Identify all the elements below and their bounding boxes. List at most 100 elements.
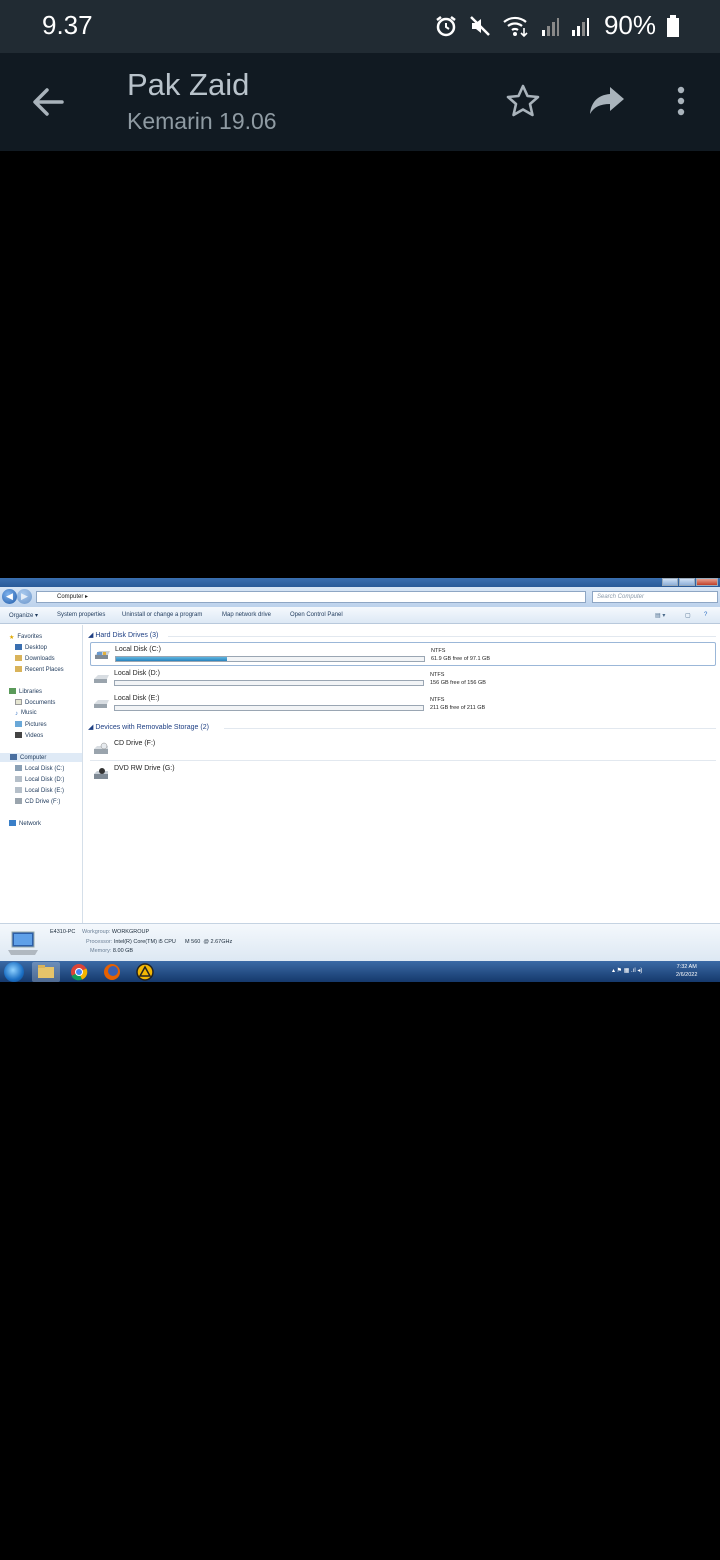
nav-downloads: Downloads (15, 655, 55, 662)
drive-local-disk-e: Local Disk (E:) NTFS 211 GB free of 211 … (90, 692, 716, 716)
group-divider (90, 760, 716, 761)
drive-filesystem: NTFS (431, 648, 446, 654)
battery-percent: 90% (603, 10, 656, 40)
desktop-icon (15, 644, 22, 650)
disk-icon (15, 776, 22, 782)
nav-recent-places: Recent Places (15, 666, 64, 673)
disk-icon (15, 787, 22, 793)
toolbar-control-panel: Open Control Panel (290, 612, 343, 618)
drive-free-space: 61.9 GB free of 97.1 GB (431, 656, 491, 662)
documents-icon (15, 699, 22, 705)
drive-name: Local Disk (E:) (114, 695, 160, 702)
cd-drive-icon (15, 798, 22, 804)
shared-screenshot-image[interactable]: ◀ ▶ Computer ▸ Search Computer Organize … (0, 578, 720, 982)
nav-libraries: Libraries (9, 688, 42, 695)
drive-free-space: 211 GB free of 211 GB (430, 705, 486, 711)
search-box: Search Computer (592, 591, 718, 603)
signal-icon-2 (571, 17, 589, 36)
computer-icon (8, 931, 38, 955)
forward-icon[interactable] (588, 83, 626, 119)
system-tray-icons: ▴ ⚑ ▦ .ıl ◂) (612, 968, 643, 974)
message-timestamp: Kemarin 19.06 (127, 108, 277, 134)
view-options-icon: ▤ ▾ (655, 613, 666, 619)
pictures-icon (15, 721, 22, 727)
details-workgroup: Workgroup: WORKGROUP (82, 929, 150, 935)
more-options-icon[interactable] (672, 83, 690, 119)
windows-start-icon (4, 962, 24, 982)
status-bar: 9.37 90% (0, 0, 720, 53)
toolbar-organize: Organize ▾ (9, 613, 39, 619)
nav-network: Network (9, 820, 41, 827)
nav-forward-icon: ▶ (17, 589, 32, 604)
drive-name: DVD RW Drive (G:) (114, 765, 175, 772)
status-time: 9.37 (42, 10, 93, 40)
downloads-icon (15, 655, 22, 661)
toolbar-uninstall: Uninstall or change a program (122, 612, 203, 618)
back-arrow-icon[interactable] (30, 85, 68, 119)
clock-time: 7:32 AM (676, 964, 697, 970)
computer-icon (10, 754, 17, 760)
group-removable-storage: ◢ Devices with Removable Storage (2) (88, 724, 209, 731)
app-bar: Pak Zaid Kemarin 19.06 (0, 53, 720, 151)
group-divider (168, 636, 716, 637)
app-taskbar-icon (131, 962, 159, 982)
videos-icon (15, 732, 22, 738)
nav-videos: Videos (15, 732, 43, 739)
drive-usage-bar (114, 680, 424, 686)
help-icon: ? (704, 612, 708, 618)
contact-name: Pak Zaid (127, 67, 250, 102)
group-divider (224, 728, 716, 729)
nav-documents: Documents (15, 699, 55, 706)
maximize-icon (679, 578, 695, 586)
window-buttons (661, 578, 718, 586)
hard-drive-icon (95, 651, 110, 659)
alarm-icon (436, 15, 456, 36)
drive-cd-f: CD Drive (F:) (90, 737, 716, 761)
nav-favorites: ★ Favorites (9, 634, 43, 641)
star-icon[interactable] (505, 83, 541, 119)
details-pc-name: E4310-PC (50, 929, 76, 935)
firefox-taskbar-icon (98, 962, 126, 982)
details-memory: Memory: 8.00 GB (90, 948, 134, 954)
nav-desktop: Desktop (15, 644, 47, 651)
wifi-icon (503, 16, 528, 37)
favorites-star-icon: ★ (9, 635, 15, 641)
libraries-icon (9, 688, 16, 694)
network-icon (9, 820, 16, 826)
nav-computer: Computer (0, 753, 82, 762)
window-titlebar (0, 578, 720, 587)
nav-back-icon: ◀ (2, 589, 17, 604)
minimize-icon (662, 578, 678, 586)
drive-name: Local Disk (C:) (115, 646, 161, 653)
details-pane: E4310-PC Workgroup: WORKGROUP Processor:… (0, 923, 720, 961)
drive-free-space: 156 GB free of 156 GB (430, 680, 486, 686)
nav-music: ♪ Music (15, 710, 37, 717)
music-icon: ♪ (15, 711, 18, 717)
drive-name: CD Drive (F:) (114, 740, 156, 747)
drive-local-disk-d: Local Disk (D:) NTFS 156 GB free of 156 … (90, 667, 716, 691)
battery-icon (667, 14, 679, 37)
address-box: Computer ▸ (36, 591, 586, 603)
nav-cd-drive-f: CD Drive (F:) (15, 798, 60, 805)
recent-places-icon (15, 666, 22, 672)
close-icon (696, 578, 718, 586)
cd-drive-icon (94, 742, 108, 754)
drive-usage-fill (116, 657, 227, 661)
mute-icon (470, 15, 490, 36)
toolbar-system-properties: System properties (57, 612, 106, 618)
nav-pictures: Pictures (15, 721, 47, 728)
navigation-pane: ★ Favorites Desktop Downloads Recent Plac… (0, 625, 83, 923)
nav-local-disk-d: Local Disk (D:) (15, 776, 64, 783)
content-pane: ◢ Hard Disk Drives (3) Local Disk (C:) N… (84, 625, 720, 923)
preview-pane-icon: ▢ (685, 613, 691, 619)
group-hard-disk-drives: ◢ Hard Disk Drives (3) (88, 632, 159, 639)
explorer-toolbar: Organize ▾ System properties Uninstall o… (0, 607, 720, 624)
windows-taskbar: ▴ ⚑ ▦ .ıl ◂) 7:32 AM 2/6/2022 (0, 961, 720, 982)
status-icons: 90% (434, 10, 680, 41)
chrome-taskbar-icon (65, 962, 93, 982)
nav-local-disk-e: Local Disk (E:) (15, 787, 64, 794)
clock-date: 2/6/2022 (676, 972, 698, 978)
toolbar-map-network: Map network drive (222, 612, 272, 618)
address-bar-row: ◀ ▶ Computer ▸ Search Computer (0, 587, 720, 607)
taskbar-clock: 7:32 AM 2/6/2022 (676, 963, 697, 979)
